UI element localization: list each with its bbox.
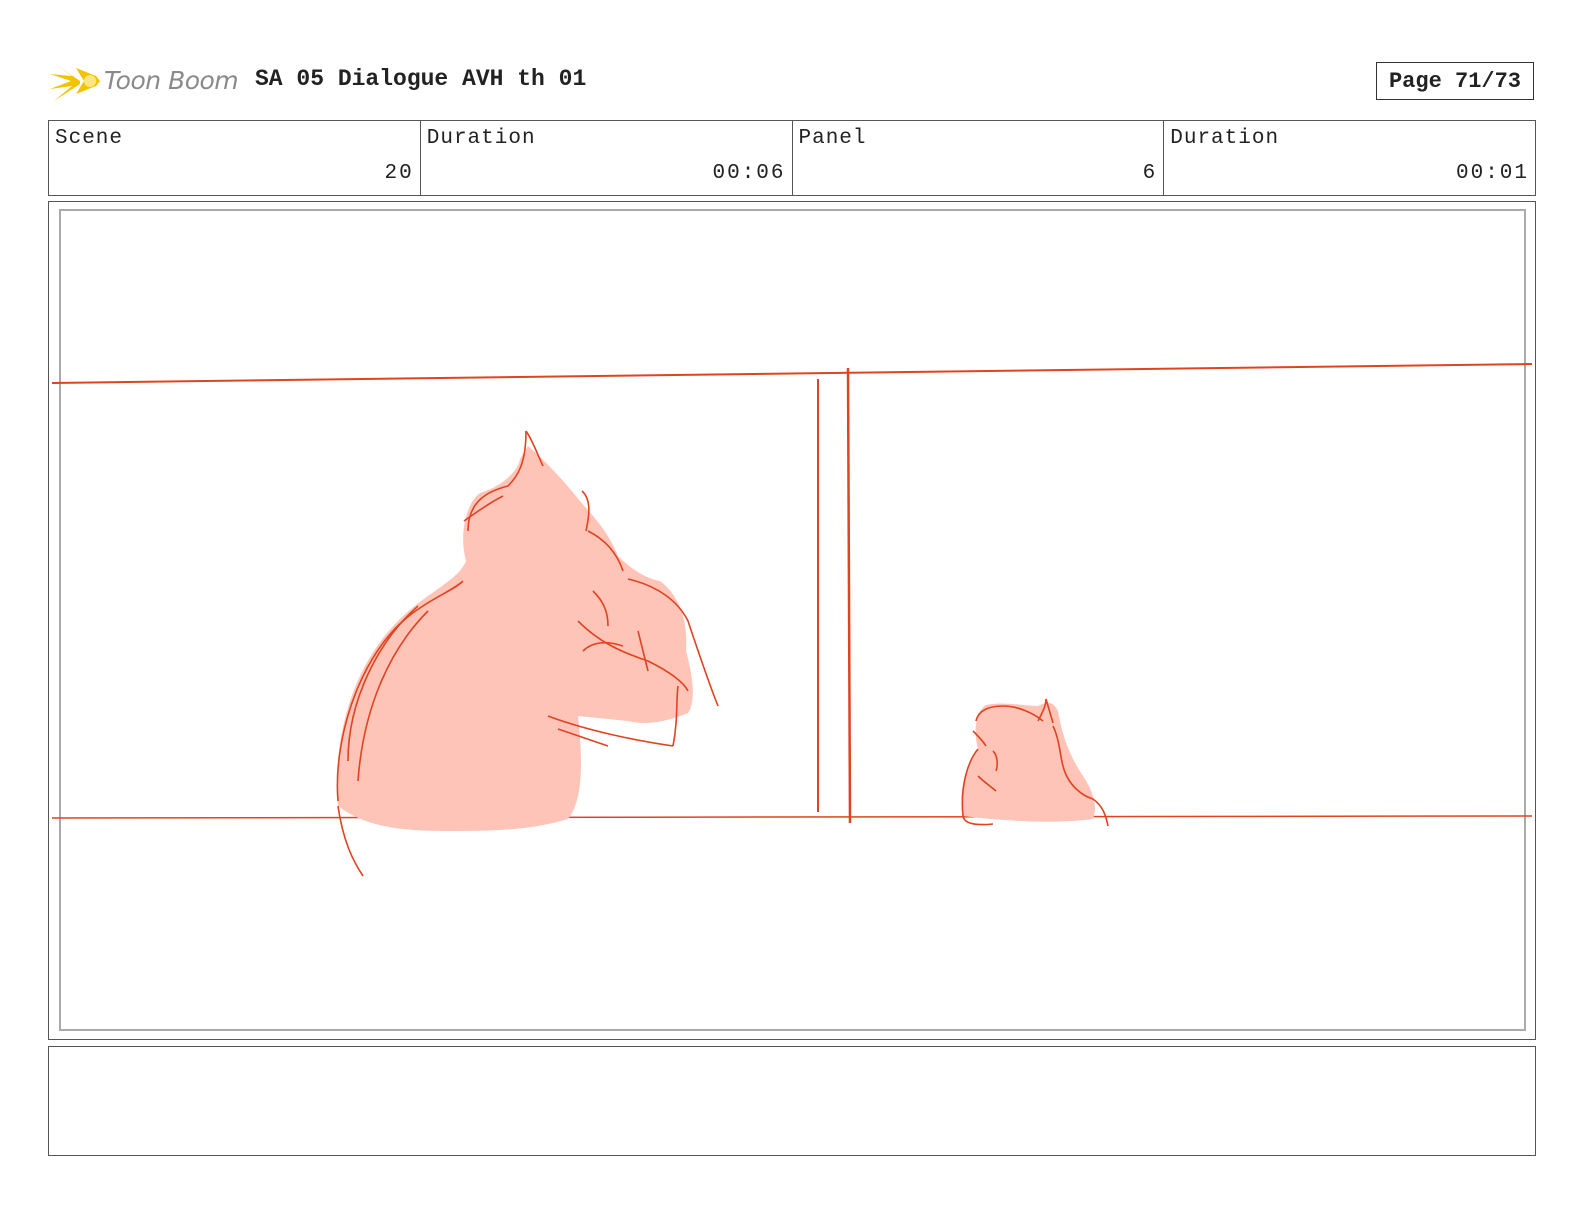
scene-duration-label: Duration: [426, 127, 536, 150]
scene-duration-value: 00:06: [712, 162, 786, 185]
ceiling-line: [51, 363, 1533, 384]
logo-text: Toon Boom: [104, 66, 239, 95]
panel-duration-cell: Duration 00:01: [1164, 121, 1535, 195]
scene-duration-cell: Duration 00:06: [421, 121, 793, 195]
starburst-logo-icon: [50, 62, 100, 101]
floor-line: [51, 815, 1533, 819]
storyboard-sketch: [51, 363, 1533, 877]
scene-value: 20: [384, 162, 414, 185]
door-frame-right: [846, 367, 852, 824]
toon-boom-logo: Toon Boom: [50, 56, 245, 106]
small-character-fill: [961, 702, 1095, 822]
panel-notes-box: [48, 1046, 1536, 1156]
panel-label: Panel: [798, 127, 867, 150]
scene-cell: Scene 20: [49, 121, 421, 195]
panel-info-table: Scene 20 Duration 00:06 Panel 6 Duration…: [48, 120, 1536, 196]
scene-label: Scene: [55, 127, 124, 150]
panel-duration-value: 00:01: [1455, 162, 1529, 185]
panel-duration-label: Duration: [1170, 127, 1280, 150]
panel-cell: Panel 6: [793, 121, 1165, 195]
project-title: SA 05 Dialogue AVH th 01: [255, 66, 587, 92]
page-number: Page 71/73: [1376, 62, 1534, 100]
panel-value: 6: [1142, 162, 1158, 185]
